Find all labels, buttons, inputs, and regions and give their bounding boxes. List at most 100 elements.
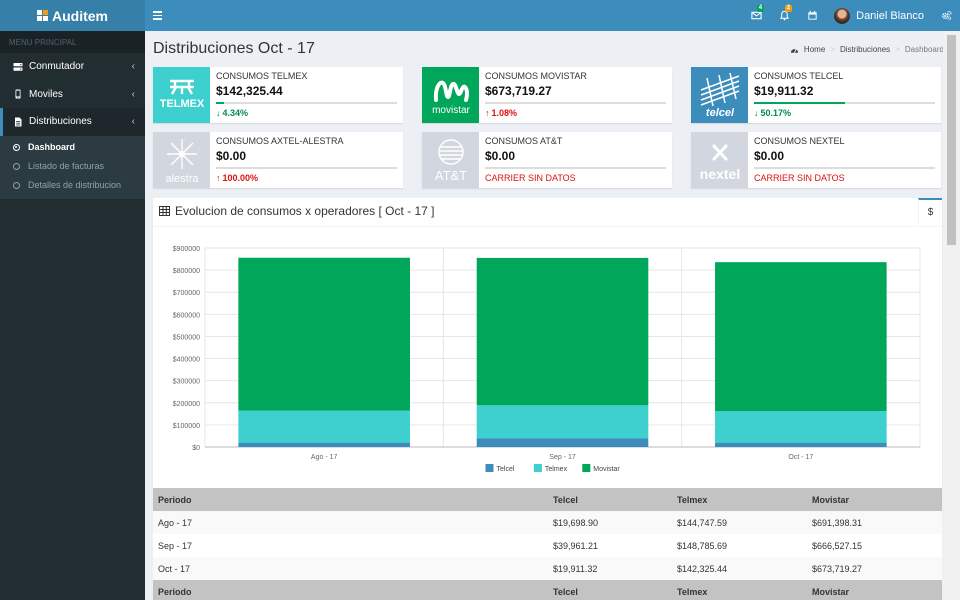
table-cell: $691,398.31 bbox=[807, 511, 942, 534]
table-header-cell[interactable]: Telcel bbox=[548, 488, 672, 511]
settings-button[interactable] bbox=[932, 0, 960, 31]
arrow-down-icon: ↓ bbox=[216, 107, 221, 118]
sidebar-header: MENU PRINCIPAL bbox=[0, 31, 145, 53]
breadcrumb-home[interactable]: Home bbox=[804, 45, 825, 54]
table-header-cell[interactable]: Movistar bbox=[807, 488, 942, 511]
card-progress bbox=[754, 102, 935, 104]
card-progress-fill bbox=[216, 102, 224, 104]
card-progress-fill bbox=[754, 102, 845, 104]
legend-label: Telcel bbox=[497, 466, 515, 473]
table-footer-cell: Telmex bbox=[672, 580, 807, 600]
submenu-item-label: Dashboard bbox=[28, 142, 76, 152]
bar-telcel bbox=[238, 442, 410, 447]
app-logo[interactable]: Auditem bbox=[0, 0, 145, 31]
table-cell: $39,961.21 bbox=[553, 540, 599, 551]
bar-telcel bbox=[476, 438, 649, 447]
y-tick-label: $600000 bbox=[173, 312, 200, 319]
arrow-down-icon: ↓ bbox=[754, 107, 759, 118]
card-value: $0.00 bbox=[485, 149, 516, 163]
table-icon bbox=[159, 206, 170, 216]
nextel-logo-text: nextel bbox=[699, 166, 739, 182]
mobile-icon bbox=[13, 89, 23, 99]
table-cell: $142,325.44 bbox=[672, 557, 807, 580]
telcel-logo-text: telcel bbox=[705, 107, 734, 119]
submenu-item-detalles[interactable]: Detalles de distribucion bbox=[0, 176, 145, 195]
file-icon bbox=[13, 117, 23, 127]
y-tick-label: $900000 bbox=[173, 246, 200, 253]
table-header-row: Periodo Telcel Telmex Movistar bbox=[153, 488, 942, 511]
telcel-logo-icon: telcel bbox=[691, 67, 748, 123]
card-value: $19,911.32 bbox=[754, 84, 814, 98]
card-movistar: movistar CONSUMOS MOVISTAR $673,719.27 ↑… bbox=[422, 67, 672, 123]
table-cell: Oct - 17 bbox=[153, 557, 548, 580]
breadcrumb-distribuciones[interactable]: Distribuciones bbox=[840, 45, 890, 54]
table-row: Sep - 17 $39,961.21 $148,785.69 $666,527… bbox=[153, 534, 942, 557]
card-label: CONSUMOS TELCEL bbox=[754, 71, 844, 81]
y-tick-label: $500000 bbox=[173, 334, 200, 341]
table-row: Oct - 17 $19,911.32 $142,325.44 $673,719… bbox=[153, 557, 942, 580]
sidebar: MENU PRINCIPAL Conmutador ‹ Moviles ‹ Di… bbox=[0, 31, 145, 600]
sidebar-item-moviles[interactable]: Moviles ‹ bbox=[0, 81, 145, 109]
messages-button[interactable]: 4 bbox=[742, 0, 770, 31]
table-header-cell[interactable]: Periodo bbox=[153, 488, 548, 511]
y-tick-label: $800000 bbox=[173, 268, 200, 275]
currency-tab[interactable]: $ bbox=[918, 198, 942, 225]
messages-badge: 4 bbox=[756, 5, 765, 12]
card-trend-text: 50.17% bbox=[760, 107, 792, 118]
notifications-badge: 2 bbox=[784, 5, 793, 12]
table-row: Ago - 17 $19,698.90 $144,747.59 $691,398… bbox=[153, 511, 942, 534]
table-footer-cell: Periodo bbox=[153, 580, 548, 600]
circle-icon bbox=[13, 181, 20, 189]
gears-icon bbox=[941, 11, 951, 21]
card-trend: ↑ 100.00% bbox=[216, 173, 397, 183]
sidebar-toggle-icon[interactable] bbox=[153, 11, 162, 20]
movistar-logo-icon: movistar bbox=[422, 67, 479, 123]
table-cell: $148,785.69 bbox=[677, 540, 728, 551]
card-nextel: nextel CONSUMOS NEXTEL $0.00 CARRIER SIN… bbox=[691, 132, 941, 188]
card-telcel: telcel CONSUMOS TELCEL $19,911.32 ↓ 50.17… bbox=[691, 67, 941, 123]
bar-movistar bbox=[476, 257, 649, 406]
x-tick-label: Ago - 17 bbox=[311, 454, 338, 461]
app-name: Auditem bbox=[52, 7, 108, 24]
submenu-item-listado[interactable]: Listado de facturas bbox=[0, 157, 145, 176]
circle-icon bbox=[13, 162, 20, 170]
arrow-up-icon: ↑ bbox=[485, 107, 490, 118]
user-menu[interactable]: Daniel Blanco bbox=[826, 7, 932, 24]
card-label: CONSUMOS NEXTEL bbox=[754, 136, 845, 146]
submenu-item-dashboard[interactable]: Dashboard bbox=[0, 138, 145, 157]
user-name: Daniel Blanco bbox=[856, 9, 924, 22]
chart-title-text: Evolucion de consumos x operadores [ Oct… bbox=[175, 204, 435, 218]
bar-movistar bbox=[715, 262, 887, 412]
att-logo-icon: AT&T bbox=[422, 132, 479, 188]
main-content: Distribuciones Oct - 17 Home > Distribuc… bbox=[145, 31, 960, 600]
dashboard-icon bbox=[790, 48, 799, 53]
arrow-up-icon: ↑ bbox=[216, 172, 221, 183]
legend-swatch bbox=[485, 464, 494, 472]
table-footer-cell: Movistar bbox=[807, 580, 942, 600]
y-tick-label: $200000 bbox=[173, 401, 200, 408]
y-tick-label: $100000 bbox=[173, 423, 200, 430]
card-axtel-alestra: alestra CONSUMOS AXTEL-ALESTRA $0.00 ↑ 10… bbox=[153, 132, 403, 188]
table-header-cell[interactable]: Telmex bbox=[672, 488, 807, 511]
card-trend: ↓ 4.34% bbox=[216, 108, 397, 118]
card-trend-text: 1.08% bbox=[491, 107, 518, 118]
card-value: $0.00 bbox=[754, 149, 785, 163]
sidebar-item-conmutador[interactable]: Conmutador ‹ bbox=[0, 53, 145, 81]
page-scrollbar[interactable] bbox=[943, 31, 960, 600]
card-value: $142,325.44 bbox=[216, 84, 283, 98]
calendar-button[interactable] bbox=[798, 0, 826, 31]
card-status: CARRIER SIN DATOS bbox=[754, 172, 845, 183]
y-tick-label: $0 bbox=[192, 445, 200, 452]
sidebar-item-label: Distribuciones bbox=[29, 116, 92, 128]
sidebar-item-label: Conmutador bbox=[29, 61, 85, 73]
sidebar-item-distribuciones[interactable]: Distribuciones ‹ bbox=[0, 108, 145, 136]
scrollbar-thumb[interactable] bbox=[947, 35, 956, 245]
card-label: CONSUMOS TELMEX bbox=[216, 71, 308, 81]
notifications-button[interactable]: 2 bbox=[770, 0, 798, 31]
att-logo-text: AT&T bbox=[434, 168, 466, 183]
table-cell: $144,747.59 bbox=[672, 511, 807, 534]
submenu-item-label: Detalles de distribucion bbox=[28, 180, 122, 190]
card-trend-text: 4.34% bbox=[222, 107, 249, 118]
nextel-logo-icon: nextel bbox=[691, 132, 748, 188]
chevron-left-icon: ‹ bbox=[131, 88, 135, 100]
